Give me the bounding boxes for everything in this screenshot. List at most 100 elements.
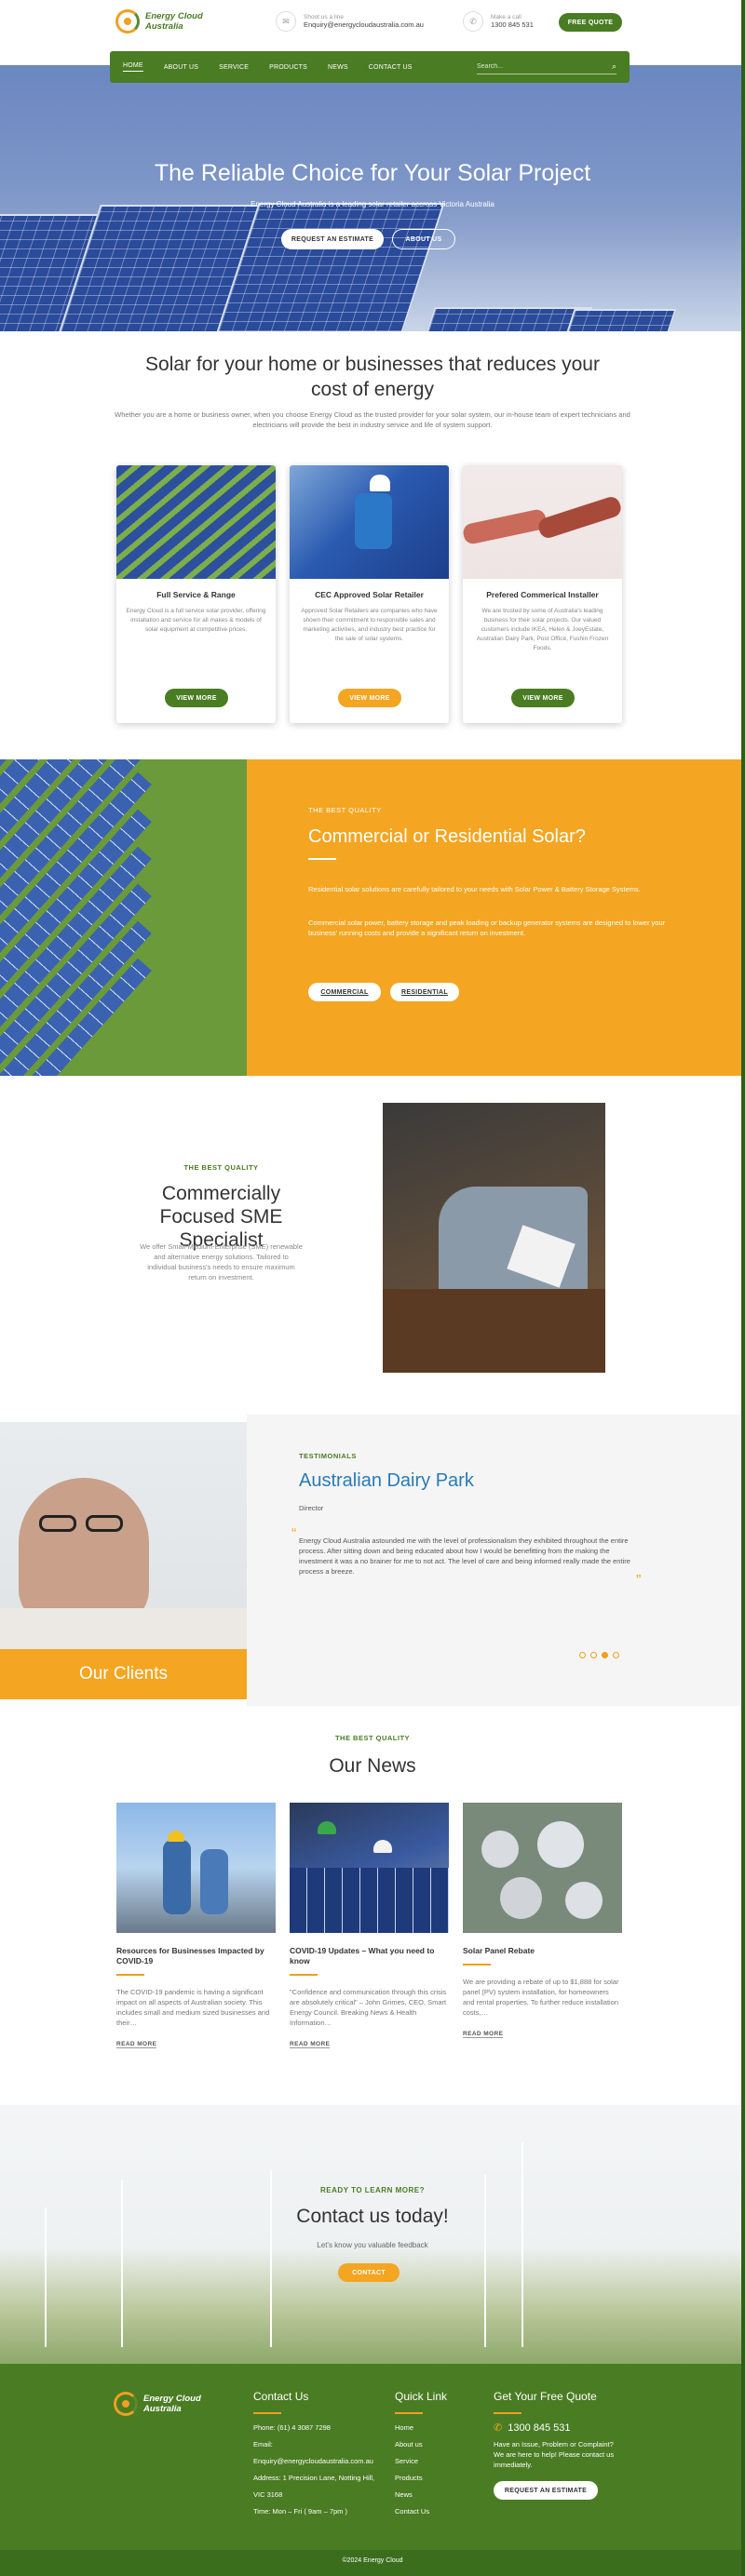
view-more-button[interactable]: VIEW MORE [165, 689, 228, 707]
footer-link-service[interactable]: Service [395, 2453, 447, 2470]
hero-subtitle: Energy Cloud Australia is a leading sola… [251, 200, 494, 208]
view-more-button[interactable]: VIEW MORE [511, 689, 575, 707]
carousel-dot[interactable] [590, 1652, 597, 1658]
service-card: Full Service & Range Energy Cloud is a f… [116, 465, 276, 723]
nav-contact-us[interactable]: CONTACT US [369, 64, 413, 71]
footer-email[interactable]: Enquiry@energycloudaustralia.com.au [253, 2453, 374, 2470]
logo-sun-icon [115, 9, 140, 34]
cta-eyebrow: READY TO LEARN MORE? [320, 2186, 425, 2194]
phone-label: Make a call [491, 14, 522, 20]
open-quote-icon: “ [291, 1526, 297, 1542]
card-text: Approved Solar Retailers are companies w… [301, 608, 438, 642]
service-card: CEC Approved Solar Retailer Approved Sol… [290, 465, 449, 723]
nav-service[interactable]: SERVICE [219, 64, 249, 71]
service-card: Prefered Commerical Installer We are tru… [463, 465, 622, 723]
logo-line1: Energy Cloud [145, 11, 203, 21]
news-card: Resources for Businesses Impacted by COV… [116, 1803, 276, 2050]
logo[interactable]: Energy Cloud Australia [115, 9, 203, 34]
testimonial-section: TESTIMONIALS Australian Dairy Park Direc… [247, 1415, 745, 1706]
phone-contact[interactable]: ✆ Make a call 1300 845 531 [463, 11, 534, 32]
footer-contact-heading: Contact Us [253, 2390, 309, 2403]
footer-quote-phone[interactable]: 1300 845 531 [508, 2422, 570, 2434]
nav-products[interactable]: PRODUCTS [269, 64, 307, 71]
phone-icon: ✆ [494, 2422, 503, 2434]
news-item-title[interactable]: Resources for Businesses Impacted by COV… [116, 1946, 276, 1966]
card-title: Prefered Commerical Installer [486, 590, 599, 599]
logo-line2: Australia [145, 21, 183, 32]
news-item-title[interactable]: COVID-19 Updates – What you need to know [290, 1946, 449, 1966]
aerial-solar-image [463, 1803, 622, 1933]
card-text: Energy Cloud is a full service solar pro… [126, 608, 266, 633]
about-us-button[interactable]: ABOUT US [392, 229, 455, 249]
hero-title: The Reliable Choice for Your Solar Proje… [154, 160, 591, 186]
footer-request-estimate-button[interactable]: REQUEST AN ESTIMATE [494, 2481, 598, 2500]
request-estimate-button[interactable]: REQUEST AN ESTIMATE [281, 229, 384, 249]
search-icon[interactable]: ⌕ [612, 61, 616, 72]
residential-button[interactable]: RESIDENTIAL [390, 983, 459, 1001]
footer-logo[interactable]: Energy Cloud Australia [114, 2392, 201, 2416]
free-quote-button[interactable]: FREE QUOTE [559, 13, 622, 32]
quick-link-heading: Quick Link [395, 2390, 448, 2403]
logo-line2: Australia [143, 2404, 182, 2414]
carousel-dot[interactable] [613, 1652, 619, 1658]
commercial-section: THE BEST QUALITY Commercial or Residenti… [247, 759, 745, 1076]
cta-text: Let's know you valuable feedback [317, 2241, 428, 2249]
testimonial-role: Director [299, 1504, 324, 1512]
solar-field-image [0, 759, 247, 1076]
cta-title: Contact us today! [296, 2206, 449, 2227]
carousel-dots [579, 1652, 624, 1658]
footer-link-home[interactable]: Home [395, 2420, 447, 2436]
footer-link-about[interactable]: About us [395, 2436, 447, 2453]
footer-link-products[interactable]: Products [395, 2470, 447, 2487]
footer: Energy Cloud Australia Contact Us Phone:… [0, 2364, 745, 2559]
sme-text: We offer Small-Medium-Enterprise (SME) r… [140, 1242, 303, 1281]
footer-contact: Contact Us Phone: (61) 4 3087 7298 Email… [253, 2390, 374, 2520]
footer-address-2: VIC 3168 [253, 2490, 283, 2499]
nav-home[interactable]: HOME [123, 62, 143, 72]
card-title: CEC Approved Solar Retailer [315, 590, 424, 599]
footer-link-news[interactable]: News [395, 2487, 447, 2503]
handshake-image [463, 465, 622, 579]
workers-image [116, 1803, 276, 1933]
footer-link-contact[interactable]: Contact Us [395, 2503, 447, 2520]
news-title: Our News [329, 1755, 416, 1777]
search-input[interactable] [477, 63, 589, 70]
solar-rows-image [116, 465, 276, 579]
news-item-title[interactable]: Solar Panel Rebate [463, 1946, 622, 1956]
roof-install-image [290, 1803, 449, 1933]
contact-button[interactable]: CONTACT [338, 2263, 400, 2282]
card-title: Full Service & Range [156, 590, 236, 599]
search-box: ⌕ [477, 60, 616, 74]
section-text-2: Commercial solar power, battery storage … [308, 919, 666, 937]
testimonial-eyebrow: TESTIMONIALS [299, 1452, 357, 1460]
news-eyebrow: THE BEST QUALITY [334, 1734, 411, 1742]
carousel-dot[interactable] [579, 1652, 586, 1658]
nav-news[interactable]: NEWS [328, 64, 348, 71]
email-contact[interactable]: ✉ Shoot us a line Enquiry@energycloudaus… [276, 11, 424, 32]
footer-phone[interactable]: Phone: (61) 4 3087 7298 [253, 2420, 374, 2436]
free-quote-heading: Get Your Free Quote [494, 2390, 597, 2403]
news-card: Solar Panel Rebate We are providing a re… [463, 1803, 622, 2040]
phone-icon: ✆ [463, 11, 483, 32]
close-quote-icon: ” [636, 1573, 642, 1589]
nav-about-us[interactable]: ABOUT US [164, 64, 198, 71]
carousel-dot-active[interactable] [602, 1652, 608, 1658]
read-more-link[interactable]: READ MORE [116, 2041, 157, 2048]
news-item-text: The COVID-19 pandemic is having a signif… [116, 1988, 270, 2027]
commercial-button[interactable]: COMMERCIAL [308, 983, 381, 1001]
contact-cta-section: READY TO LEARN MORE? Contact us today! L… [0, 2105, 745, 2364]
client-photo [0, 1422, 247, 1649]
footer-email-label: Email: [253, 2440, 273, 2449]
view-more-button[interactable]: VIEW MORE [338, 689, 401, 707]
read-more-link[interactable]: READ MORE [463, 2031, 504, 2038]
card-text: We are trusted by some of Australia's le… [476, 608, 609, 651]
section-title: Commercial or Residential Solar? [308, 826, 586, 847]
read-more-link[interactable]: READ MORE [290, 2041, 331, 2048]
sme-eyebrow: THE BEST QUALITY [183, 1163, 259, 1172]
intro-text: Whether you are a home or business owner… [115, 410, 630, 429]
testimonial-quote: Energy Cloud Australia astounded me with… [299, 1536, 630, 1576]
technician-image [290, 465, 449, 579]
phone-number: 1300 845 531 [491, 20, 534, 29]
email-address: Enquiry@energycloudaustralia.com.au [304, 20, 424, 29]
testimonial-name: Australian Dairy Park [299, 1470, 474, 1491]
